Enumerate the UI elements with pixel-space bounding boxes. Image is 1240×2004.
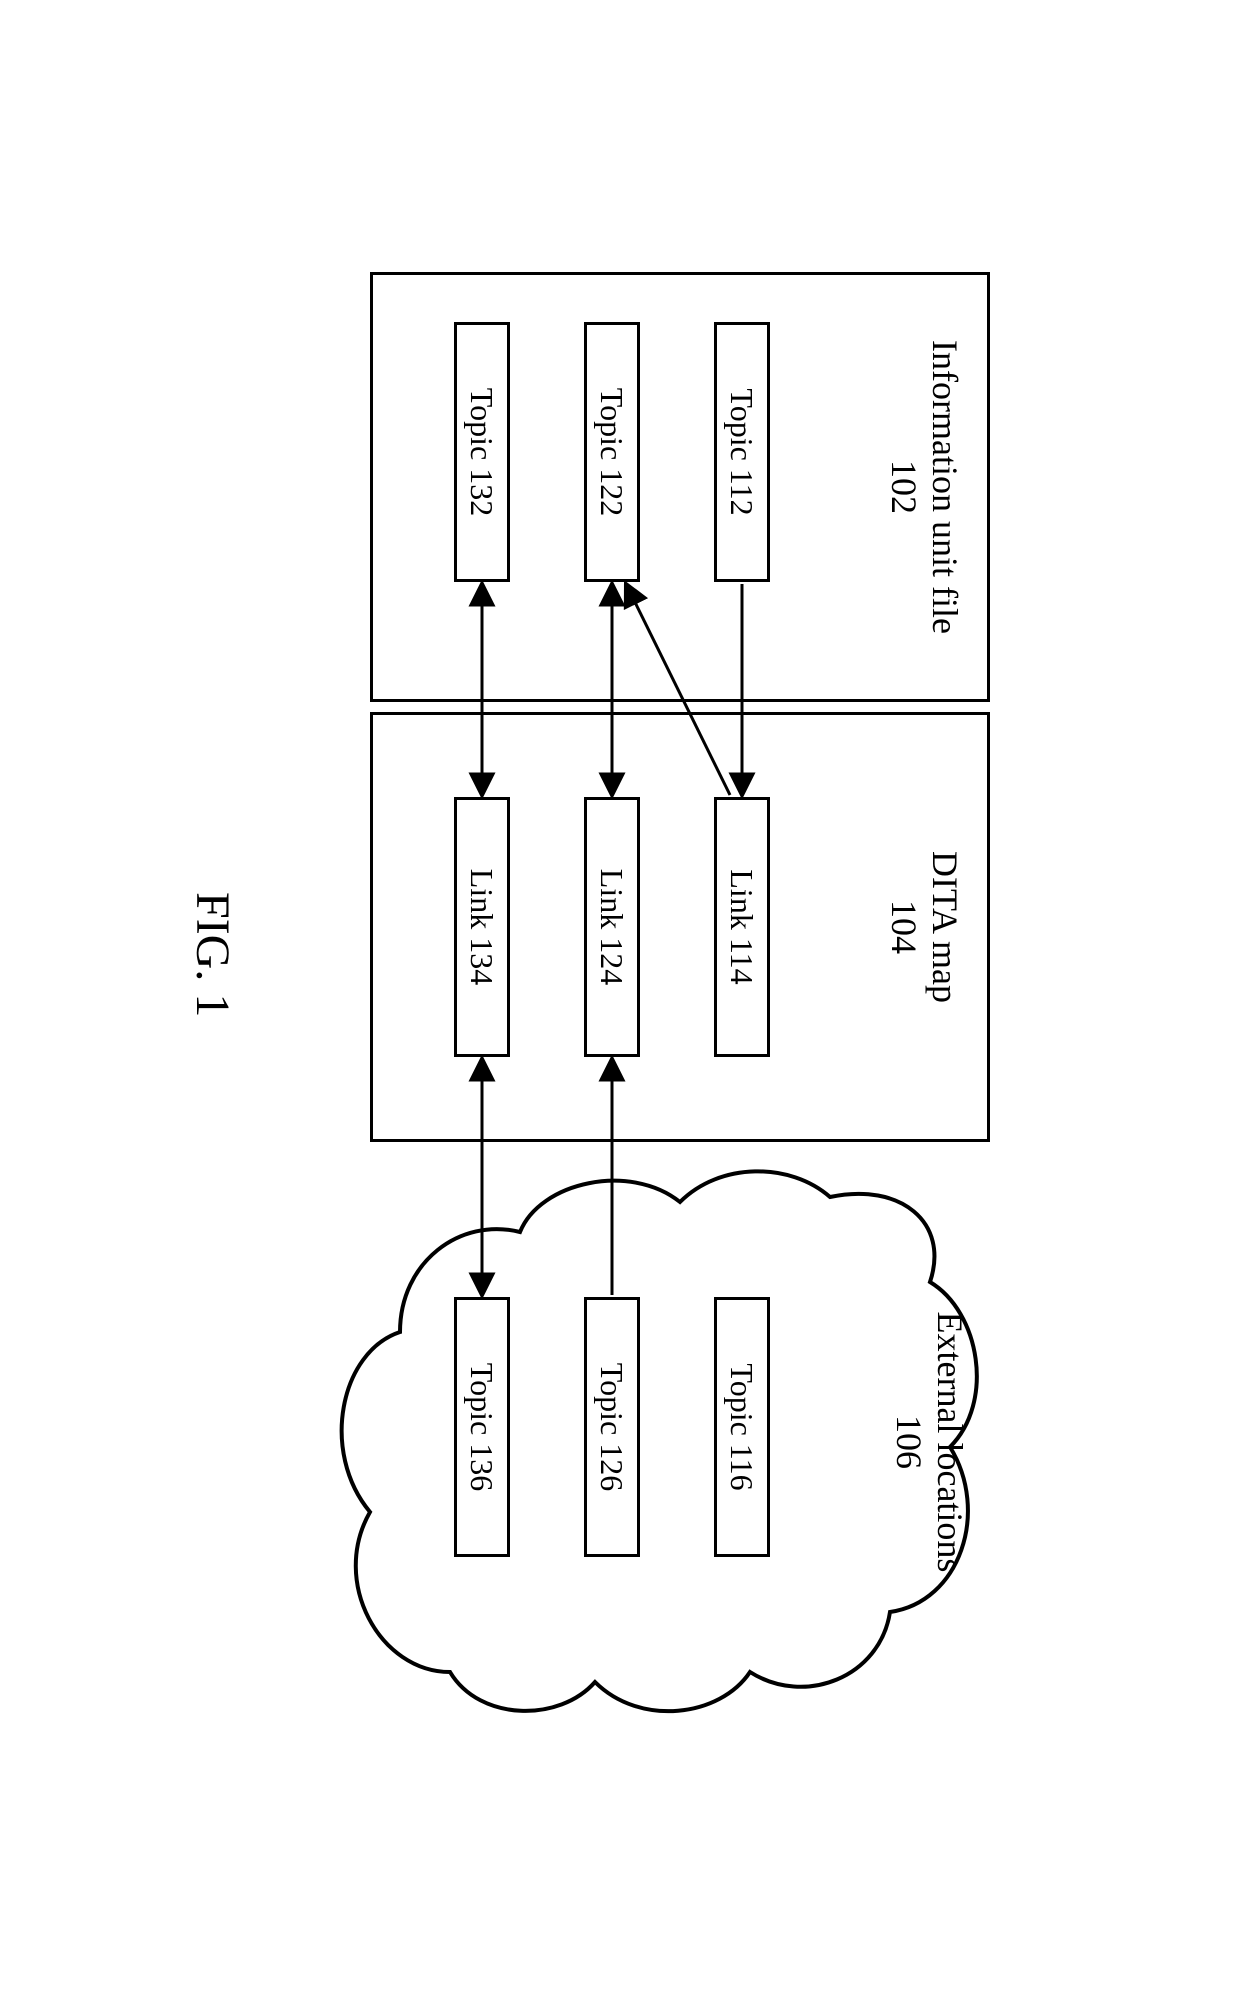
topic-122: Topic 122 [584, 322, 640, 582]
link-114: Link 114 [714, 797, 770, 1057]
topic-label: Link 134 [464, 869, 501, 985]
topic-126: Topic 126 [584, 1297, 640, 1557]
topic-label: Link 124 [594, 869, 631, 985]
link-134: Link 134 [454, 797, 510, 1057]
topic-label: Topic 132 [464, 388, 501, 516]
topic-label: Topic 116 [724, 1363, 761, 1490]
topic-136: Topic 136 [454, 1297, 510, 1557]
container-ref: 104 [884, 900, 924, 954]
diagram-stage: Information unit file 102 DITA map 104 E… [0, 202, 1240, 1802]
container-ref: 102 [884, 460, 924, 514]
topic-132: Topic 132 [454, 322, 510, 582]
topic-label: Topic 122 [594, 388, 631, 516]
container-external-title: External locations 106 [887, 1262, 970, 1622]
topic-116: Topic 116 [714, 1297, 770, 1557]
topic-label: Topic 126 [594, 1363, 631, 1491]
topic-label: Topic 136 [464, 1363, 501, 1491]
container-ref: 106 [889, 1415, 929, 1469]
link-124: Link 124 [584, 797, 640, 1057]
container-title: DITA map [925, 851, 965, 1003]
topic-label: Link 114 [724, 869, 761, 984]
figure-label: FIG. 1 [185, 892, 240, 1017]
container-title: Information unit file [925, 340, 965, 634]
container-title: External locations [930, 1312, 970, 1573]
topic-label: Topic 112 [724, 388, 761, 515]
topic-112: Topic 112 [714, 322, 770, 582]
